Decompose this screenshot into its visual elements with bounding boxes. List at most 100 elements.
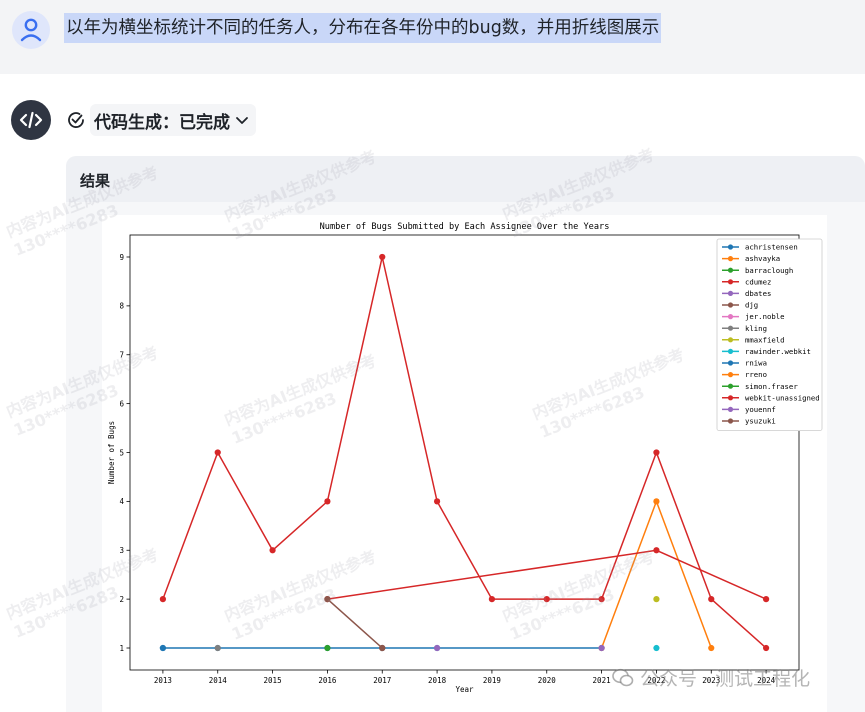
plot-frame	[129, 234, 800, 671]
legend-marker	[727, 348, 734, 354]
chart-svg: Number of Bugs Submitted by Each Assigne…	[107, 222, 823, 694]
legend-label: ysuzuki	[745, 417, 776, 426]
code-generation-status[interactable]: 代码生成：已完成	[66, 103, 256, 137]
chevron-down-icon	[236, 117, 248, 124]
legend-marker	[727, 290, 734, 296]
x-tick-label: 2013	[154, 676, 172, 685]
user-message-bar: 以年为横坐标统计不同的任务人，分布在各年份中的bug数，并用折线图展示	[0, 0, 865, 74]
legend-marker	[727, 337, 734, 343]
data-point	[433, 498, 441, 505]
legend-marker	[727, 279, 734, 285]
legend-label: webkit-unassigned	[745, 393, 820, 402]
x-tick-label: 2017	[373, 676, 391, 685]
data-point	[598, 596, 605, 603]
legend-marker	[727, 325, 734, 331]
series-line	[326, 598, 383, 649]
legend-label: rniwa	[745, 359, 767, 368]
series-line	[327, 549, 767, 600]
data-point	[324, 498, 331, 505]
data-point	[708, 596, 715, 603]
data-point	[708, 644, 715, 652]
check-circle-icon	[68, 112, 84, 128]
data-point	[653, 644, 660, 652]
data-point	[269, 547, 276, 554]
user-avatar	[12, 11, 50, 49]
y-tick-label: 7	[119, 351, 124, 360]
data-point	[433, 644, 441, 652]
legend-marker	[727, 372, 734, 378]
legend-marker	[727, 360, 734, 366]
y-tick-label: 1	[119, 644, 124, 653]
chart-title: Number of Bugs Submitted by Each Assigne…	[320, 222, 610, 232]
data-point	[214, 449, 221, 456]
x-tick-label: 2020	[538, 676, 557, 685]
legend-label: djg	[745, 301, 758, 310]
data-point	[653, 547, 660, 554]
legend-label: mmaxfield	[745, 335, 785, 344]
data-point	[379, 644, 386, 652]
legend-marker	[727, 418, 734, 424]
data-point	[653, 498, 660, 505]
data-point	[214, 644, 221, 652]
legend-label: dbates	[745, 289, 771, 298]
legend-marker	[727, 302, 734, 308]
legend-label: kling	[745, 324, 767, 333]
code-icon	[19, 111, 43, 129]
series-line	[600, 499, 713, 649]
legend-marker	[727, 395, 734, 401]
y-tick-label: 8	[119, 302, 124, 311]
legend-marker	[727, 244, 734, 250]
data-point	[762, 596, 770, 603]
data-point	[324, 596, 331, 603]
legend-label: barraclough	[745, 266, 793, 275]
data-point	[762, 644, 770, 652]
data-point	[159, 644, 167, 652]
data-point	[653, 596, 660, 603]
user-prompt: 以年为横坐标统计不同的任务人，分布在各年份中的bug数，并用折线图展示	[64, 13, 662, 43]
legend-marker	[727, 256, 734, 262]
x-tick-label: 2016	[318, 676, 337, 685]
data-point	[543, 596, 550, 603]
y-tick-label: 4	[119, 497, 124, 506]
y-tick-label: 9	[119, 253, 124, 262]
footer-label: 公众号 · 测试工程化	[640, 668, 811, 690]
x-tick-label: 2014	[209, 676, 228, 685]
footer-watermark: 公众号 · 测试工程化	[612, 664, 810, 691]
data-point	[159, 596, 167, 603]
legend-marker	[727, 314, 734, 320]
legend-label: youennf	[745, 405, 776, 414]
data-point	[324, 644, 331, 652]
x-tick-label: 2019	[483, 676, 501, 685]
legend-marker	[727, 267, 734, 273]
wechat-icon	[612, 668, 634, 686]
bot-avatar	[11, 100, 51, 140]
legend-label: rreno	[745, 370, 767, 379]
y-tick-label: 5	[119, 448, 124, 457]
data-point	[488, 596, 496, 603]
data-point	[379, 253, 386, 261]
status-label: 代码生成：已完成	[94, 112, 230, 133]
x-tick-label: 2021	[593, 676, 611, 685]
result-chart: Number of Bugs Submitted by Each Assigne…	[102, 215, 827, 712]
series-line	[162, 256, 767, 649]
x-tick-label: 2018	[428, 676, 447, 685]
x-tick-label: 2015	[264, 676, 282, 685]
data-point	[653, 449, 660, 456]
y-tick-label: 3	[119, 546, 124, 555]
legend-marker	[727, 383, 734, 389]
user-icon	[20, 18, 42, 42]
legend-marker	[727, 406, 734, 412]
status-toggle[interactable]: 代码生成：已完成	[90, 104, 256, 136]
data-point	[598, 644, 605, 652]
y-tick-label: 2	[119, 595, 124, 604]
legend-label: rawinder.webkit	[745, 347, 811, 356]
y-axis-label: Number of Bugs	[107, 421, 116, 484]
legend-label: cdumez	[745, 277, 771, 286]
x-axis-label: Year	[455, 685, 474, 694]
result-title: 结果	[80, 172, 111, 190]
legend-label: ashvayka	[745, 254, 780, 263]
legend-label: achristensen	[745, 243, 798, 252]
legend-label: jer.noble	[745, 312, 785, 321]
legend-label: simon.fraser	[745, 382, 798, 391]
y-tick-label: 6	[119, 399, 124, 408]
